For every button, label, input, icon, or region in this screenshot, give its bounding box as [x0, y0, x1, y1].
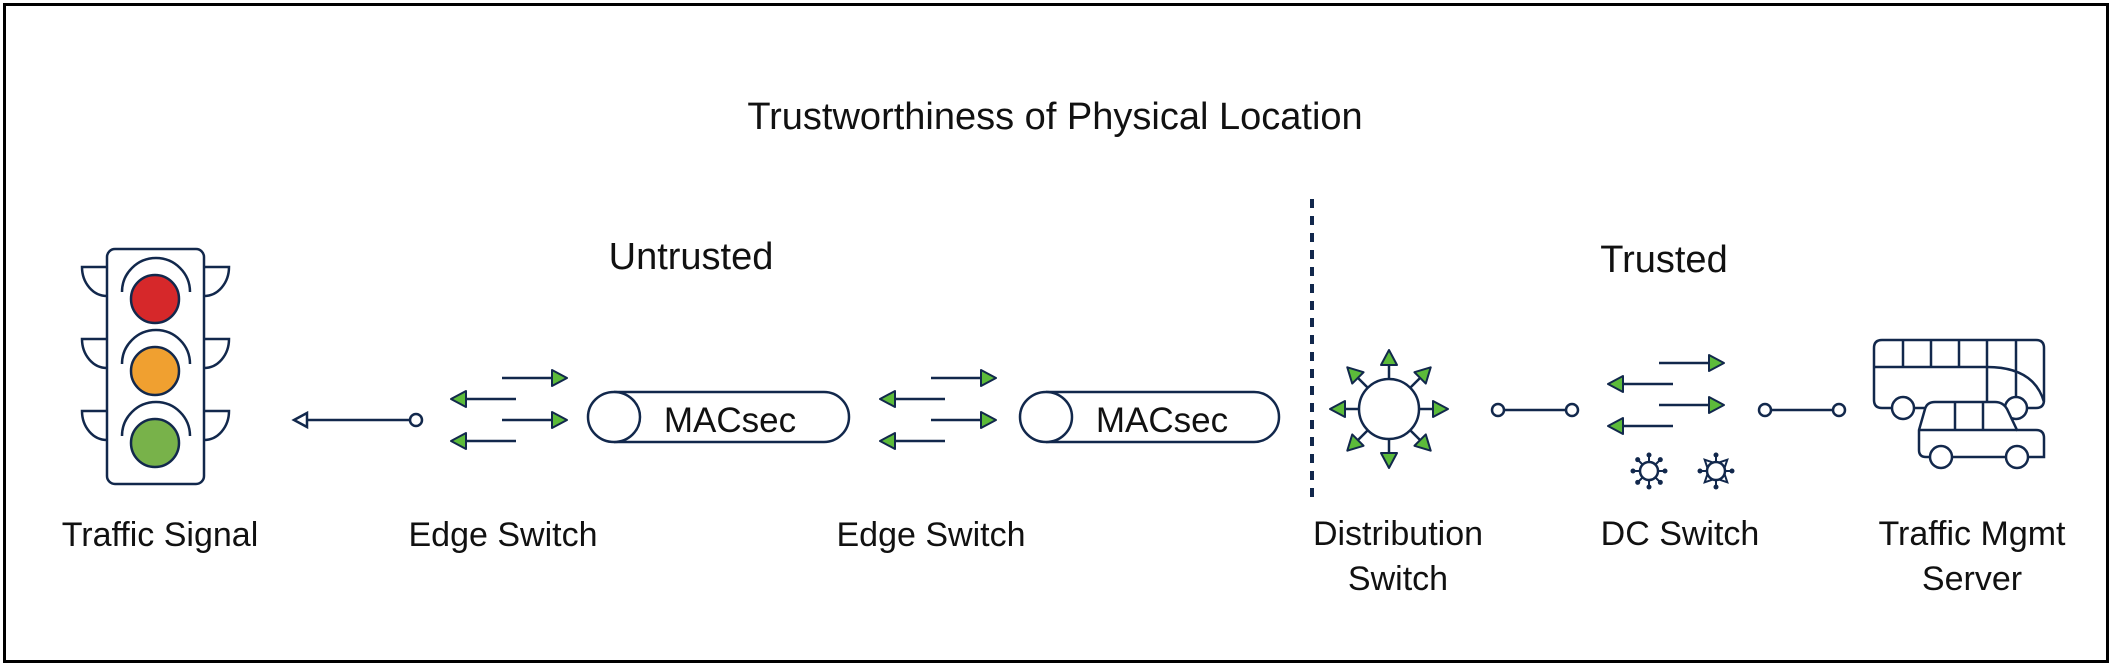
tunnel-label: MACsec	[1096, 401, 1228, 440]
arrowhead-icon	[291, 410, 309, 430]
node-label-traffic-mgmt-server-line1: Traffic Mgmt	[1878, 515, 2066, 553]
switch-icon	[879, 369, 997, 450]
arrow-right-icon	[551, 369, 568, 387]
dc-switch-icon	[1607, 354, 1735, 490]
spoke-dot	[1713, 484, 1719, 490]
green-light	[129, 417, 181, 469]
port-dot	[1831, 402, 1847, 418]
virus-icon	[1630, 452, 1668, 490]
port-dot	[1757, 402, 1773, 418]
arrow-out-icon	[1432, 400, 1449, 418]
arrow-left-icon	[450, 432, 467, 450]
arrow-left-icon	[879, 390, 896, 408]
arrow-right-icon	[980, 369, 997, 387]
hub-circle	[1357, 377, 1421, 441]
arrow-left-icon	[450, 390, 467, 408]
node-label-edge-switch-1: Edge Switch	[409, 516, 598, 554]
spoke-dot	[1635, 457, 1641, 463]
spoke-dot	[1630, 468, 1636, 474]
port-dot	[1564, 402, 1580, 418]
bus-car-icon	[1872, 338, 2046, 470]
zone-label-trusted: Trusted	[1600, 239, 1727, 281]
arrow-out-icon	[1380, 349, 1398, 366]
node-label-distribution-switch-line2: Switch	[1348, 560, 1448, 598]
arrow-left-icon	[1607, 417, 1624, 435]
tunnel-label: MACsec	[664, 401, 796, 440]
arrow-out-icon	[1329, 400, 1346, 418]
spoke-dot	[1657, 479, 1663, 485]
red-light	[129, 273, 181, 325]
macsec-tunnel-1: MACsec	[586, 390, 851, 444]
node-label-traffic-mgmt-server-line2: Server	[1922, 560, 2022, 598]
tunnel-end-icon	[586, 390, 642, 444]
link-dist-dc	[1490, 402, 1580, 418]
arrow-out-icon	[1380, 452, 1398, 469]
node-label-distribution-switch-line1: Distribution	[1313, 515, 1483, 553]
node-label-dc-switch: DC Switch	[1601, 515, 1760, 553]
tunnel-end-icon	[1018, 390, 1074, 444]
spoke-dot	[1729, 468, 1735, 474]
service-icon	[1697, 452, 1735, 490]
port-dot	[1490, 402, 1506, 418]
spoke-dot	[1635, 479, 1641, 485]
arrow-left-icon	[1607, 375, 1624, 393]
link-signal-edge1	[291, 410, 424, 430]
arrow-right-icon	[551, 411, 568, 429]
diagram-canvas: Trustworthiness of Physical Location Unt…	[62, 96, 2066, 598]
arrow-right-icon	[1708, 354, 1725, 372]
arrow-right-icon	[1708, 396, 1725, 414]
distribution-switch-icon	[1329, 349, 1449, 469]
zone-label-untrusted: Untrusted	[609, 236, 774, 278]
diagram-title: Trustworthiness of Physical Location	[747, 96, 1362, 138]
switch-icon	[450, 369, 568, 450]
spoke-dot	[1662, 468, 1668, 474]
port-dot	[408, 412, 424, 428]
node-label-traffic-signal: Traffic Signal	[62, 516, 259, 554]
spoke-dot	[1646, 484, 1652, 490]
spoke-dot	[1646, 452, 1652, 458]
spoke-dot	[1657, 457, 1663, 463]
spoke-dot	[1697, 468, 1703, 474]
link-dc-server	[1757, 402, 1847, 418]
core-circle	[1705, 460, 1727, 482]
traffic-light-icon	[80, 247, 231, 486]
spoke-dot	[1713, 452, 1719, 458]
node-label-edge-switch-2: Edge Switch	[837, 516, 1026, 554]
arrow-right-icon	[980, 411, 997, 429]
arrow-left-icon	[879, 432, 896, 450]
core-circle	[1638, 460, 1660, 482]
macsec-tunnel-2: MACsec	[1018, 390, 1281, 444]
amber-light	[129, 345, 181, 397]
